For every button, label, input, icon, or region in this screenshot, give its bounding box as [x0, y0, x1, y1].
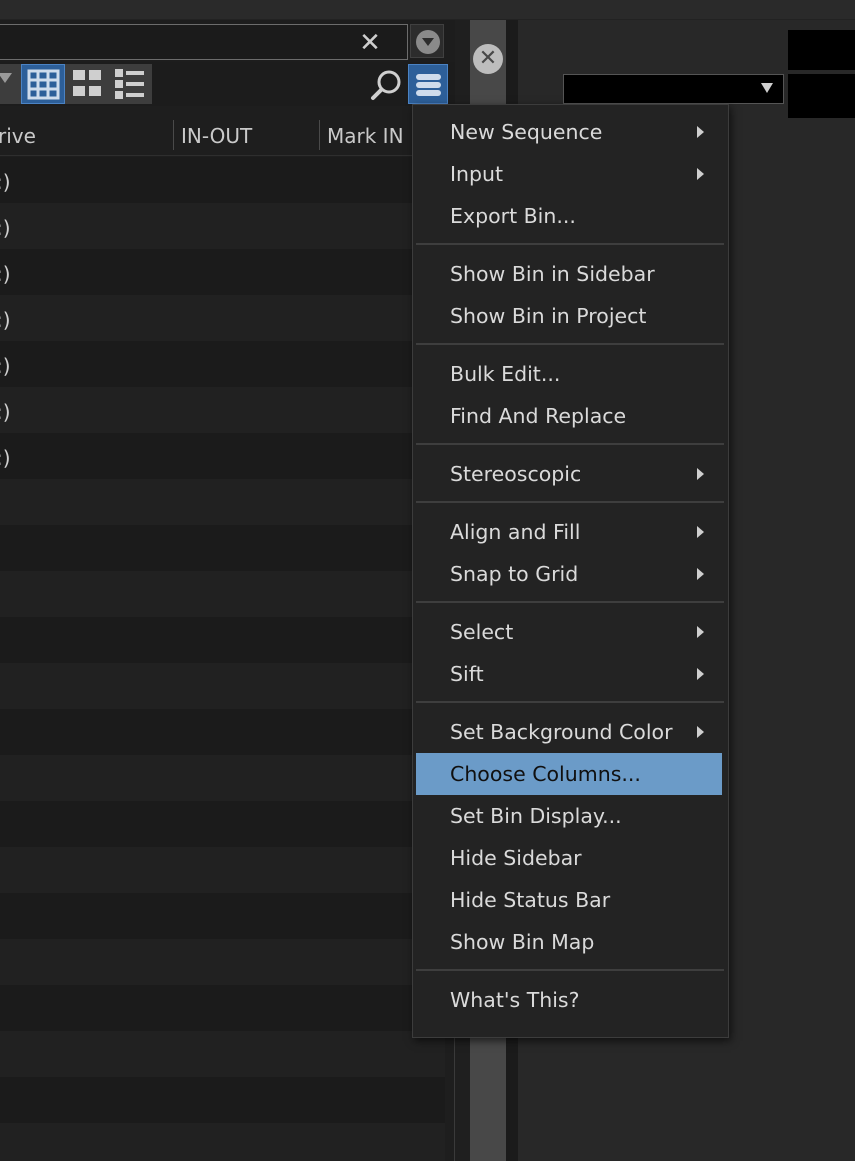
menu-item-what-s-this[interactable]: What's This? [416, 979, 722, 1021]
row-cell-drive: :) [0, 216, 11, 240]
submenu-arrow-icon [697, 568, 704, 580]
menu-item-hide-status-bar[interactable]: Hide Status Bar [416, 879, 722, 921]
table-row[interactable] [0, 525, 445, 571]
submenu-arrow-icon [697, 526, 704, 538]
bin-rows: :):):):):):):) [0, 157, 445, 1161]
table-row[interactable]: :) [0, 341, 445, 387]
table-row[interactable] [0, 755, 445, 801]
table-row[interactable] [0, 1123, 445, 1161]
table-row[interactable] [0, 571, 445, 617]
menu-item-show-bin-in-sidebar[interactable]: Show Bin in Sidebar [416, 253, 722, 295]
submenu-arrow-icon [697, 126, 704, 138]
bin-title-field[interactable] [0, 24, 408, 60]
script-view-icon[interactable] [110, 64, 150, 104]
menu-item-find-and-replace[interactable]: Find And Replace [416, 395, 722, 437]
submenu-arrow-icon [697, 168, 704, 180]
menu-item-stereoscopic[interactable]: Stereoscopic [416, 453, 722, 495]
column-header-mark-in[interactable]: Mark IN [327, 112, 404, 156]
menu-item-hide-sidebar[interactable]: Hide Sidebar [416, 837, 722, 879]
search-icon[interactable] [368, 66, 406, 104]
submenu-arrow-icon [697, 726, 704, 738]
bin-fast-menu: New Sequence Input Export Bin... Show Bin i… [412, 104, 729, 1038]
menu-separator [416, 701, 724, 703]
menu-separator [416, 443, 724, 445]
table-row[interactable]: :) [0, 433, 445, 479]
table-row[interactable]: :) [0, 295, 445, 341]
panel-close-icon[interactable]: ✕ [473, 44, 503, 74]
menu-item-align-and-fill[interactable]: Align and Fill [416, 511, 722, 553]
menu-item-bulk-edit[interactable]: Bulk Edit... [416, 353, 722, 395]
top-strip [0, 0, 855, 20]
table-row[interactable] [0, 801, 445, 847]
menu-separator [416, 243, 724, 245]
table-row[interactable]: :) [0, 249, 445, 295]
view-dropdown-arrow-icon[interactable] [0, 73, 12, 83]
table-row[interactable] [0, 985, 445, 1031]
dropdown-circle-icon[interactable] [410, 24, 444, 58]
table-row[interactable] [0, 709, 445, 755]
menu-item-show-bin-in-project[interactable]: Show Bin in Project [416, 295, 722, 337]
column-divider[interactable] [173, 120, 174, 150]
text-view-icon[interactable] [68, 64, 108, 104]
column-header-in-out[interactable]: IN-OUT [181, 112, 252, 156]
table-row[interactable] [0, 479, 445, 525]
submenu-arrow-icon [697, 668, 704, 680]
table-row[interactable] [0, 1077, 445, 1123]
menu-separator [416, 969, 724, 971]
menu-item-show-bin-map[interactable]: Show Bin Map [416, 921, 722, 963]
monitor-field [788, 30, 855, 70]
menu-separator [416, 343, 724, 345]
table-row[interactable] [0, 663, 445, 709]
menu-item-set-bin-display[interactable]: Set Bin Display... [416, 795, 722, 837]
row-cell-drive: :) [0, 400, 11, 424]
table-row[interactable] [0, 893, 445, 939]
table-row[interactable]: :) [0, 203, 445, 249]
monitor-field [788, 74, 855, 118]
menu-item-new-sequence[interactable]: New Sequence [416, 111, 722, 153]
menu-item-snap-to-grid[interactable]: Snap to Grid [416, 553, 722, 595]
table-row[interactable] [0, 1031, 445, 1077]
row-cell-drive: :) [0, 262, 11, 286]
menu-item-choose-columns[interactable]: Choose Columns... [416, 753, 722, 795]
table-row[interactable] [0, 939, 445, 985]
monitor-select[interactable] [563, 74, 784, 104]
bin-column-header: rive IN-OUT Mark IN [0, 112, 455, 156]
hamburger-menu-icon[interactable] [408, 64, 448, 104]
menu-item-sift[interactable]: Sift [416, 653, 722, 695]
submenu-arrow-icon [697, 626, 704, 638]
menu-item-select[interactable]: Select [416, 611, 722, 653]
close-icon[interactable]: ✕ [352, 26, 388, 60]
row-cell-drive: :) [0, 170, 11, 194]
menu-separator [416, 601, 724, 603]
table-row[interactable]: :) [0, 387, 445, 433]
row-cell-drive: :) [0, 354, 11, 378]
table-row[interactable] [0, 617, 445, 663]
menu-item-input[interactable]: Input [416, 153, 722, 195]
menu-item-export-bin[interactable]: Export Bin... [416, 195, 722, 237]
column-header-drive[interactable]: rive [0, 112, 36, 156]
table-row[interactable]: :) [0, 157, 445, 203]
table-row[interactable] [0, 847, 445, 893]
row-cell-drive: :) [0, 446, 11, 470]
menu-separator [416, 501, 724, 503]
row-cell-drive: :) [0, 308, 11, 332]
menu-item-set-background-color[interactable]: Set Background Color [416, 711, 722, 753]
frame-view-icon[interactable] [21, 64, 65, 104]
column-divider[interactable] [319, 120, 320, 150]
submenu-arrow-icon [697, 468, 704, 480]
